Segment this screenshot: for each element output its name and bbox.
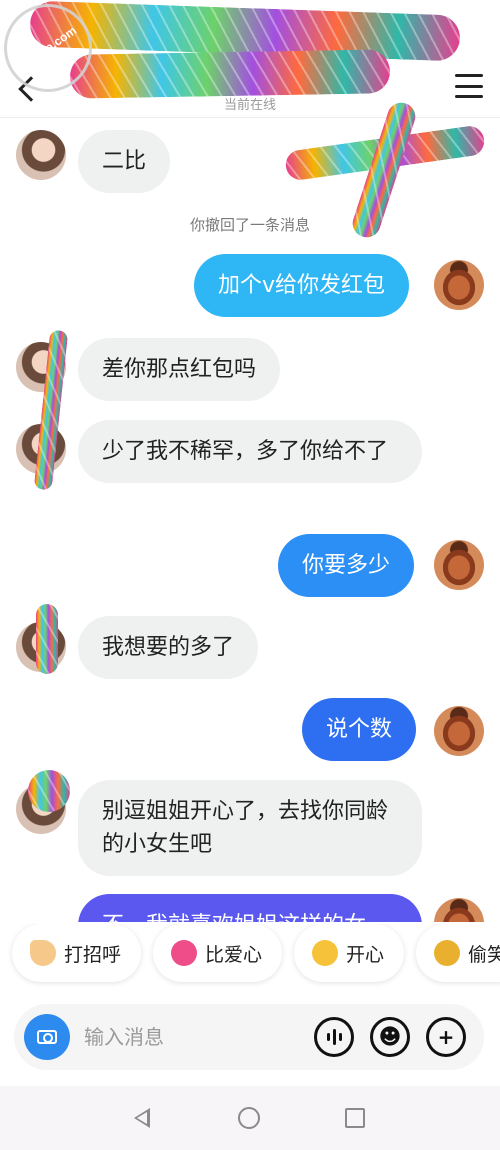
more-button[interactable]: + [426, 1017, 466, 1057]
menu-line-icon [455, 74, 483, 77]
camera-icon [37, 1030, 57, 1044]
quick-reply-happy[interactable]: 开心 [294, 924, 405, 982]
incoming-message[interactable]: 差你那点红包吗 [78, 338, 281, 401]
incoming-message[interactable]: 二比 [78, 130, 171, 193]
menu-line-icon [455, 84, 483, 88]
online-status: 当前在线 [223, 98, 276, 113]
redaction-scribble [28, 770, 70, 812]
quick-reply-label: 比爱心 [205, 943, 263, 966]
voice-button[interactable] [314, 1017, 354, 1057]
quick-reply-label: 偷笑 [468, 943, 500, 966]
outgoing-message[interactable]: 你要多少 [278, 534, 415, 597]
emoji-button[interactable]: ☻ [370, 1017, 410, 1057]
quick-reply-heart[interactable]: 比爱心 [153, 924, 283, 982]
outgoing-message[interactable]: 不，我就喜欢姐姐这样的女 [78, 894, 422, 922]
user-avatar[interactable] [434, 898, 484, 922]
incoming-message[interactable]: 我想要的多了 [78, 616, 259, 679]
user-avatar[interactable] [434, 260, 484, 310]
system-nav-bar [0, 1086, 500, 1150]
recall-notice: 你撤回了一条消息 [189, 216, 310, 234]
menu-line-icon [455, 95, 483, 98]
nav-recents-icon[interactable] [345, 1108, 365, 1128]
wave-emoji-icon [30, 940, 56, 966]
nav-home-icon[interactable] [238, 1107, 260, 1129]
message-input-bar: ☻ + [14, 1004, 484, 1070]
nav-back-icon[interactable] [134, 1108, 150, 1128]
happy-emoji-icon [312, 940, 339, 966]
quick-reply-bar: 打招呼 比爱心 开心 偷笑 [0, 924, 500, 990]
smirk-emoji-icon [434, 940, 461, 966]
redaction-scribble [36, 604, 58, 674]
watermark-text: haijiao.com [16, 23, 80, 73]
incoming-message[interactable]: 少了我不稀罕，多了你给不了 [78, 420, 422, 483]
user-avatar[interactable] [434, 540, 484, 590]
incoming-message[interactable]: 别逗姐姐开心了，去找你同龄的小女生吧 [78, 780, 422, 876]
heart-emoji-icon [171, 940, 198, 966]
smiley-icon: ☻ [378, 1024, 402, 1050]
quick-reply-wave[interactable]: 打招呼 [12, 924, 142, 982]
outgoing-message[interactable]: 加个v给你发红包 [194, 254, 410, 317]
message-input[interactable] [84, 1020, 304, 1054]
message-list[interactable]: 二比 你撤回了一条消息 加个v给你发红包 差你那点红包吗 少了我不稀罕，多了你给… [0, 118, 500, 922]
plus-icon: + [437, 1025, 455, 1049]
contact-avatar[interactable] [16, 130, 66, 180]
camera-button[interactable] [24, 1014, 70, 1060]
quick-reply-label: 开心 [346, 943, 385, 966]
outgoing-message[interactable]: 说个数 [302, 698, 417, 761]
redaction-scribble [69, 49, 391, 99]
quick-reply-label: 打招呼 [64, 943, 122, 966]
user-avatar[interactable] [434, 706, 484, 756]
menu-button[interactable] [455, 74, 483, 98]
watermark-logo: haijiao.com [4, 4, 92, 92]
voice-wave-icon [326, 1029, 342, 1045]
quick-reply-smirk[interactable]: 偷笑 [416, 924, 500, 982]
